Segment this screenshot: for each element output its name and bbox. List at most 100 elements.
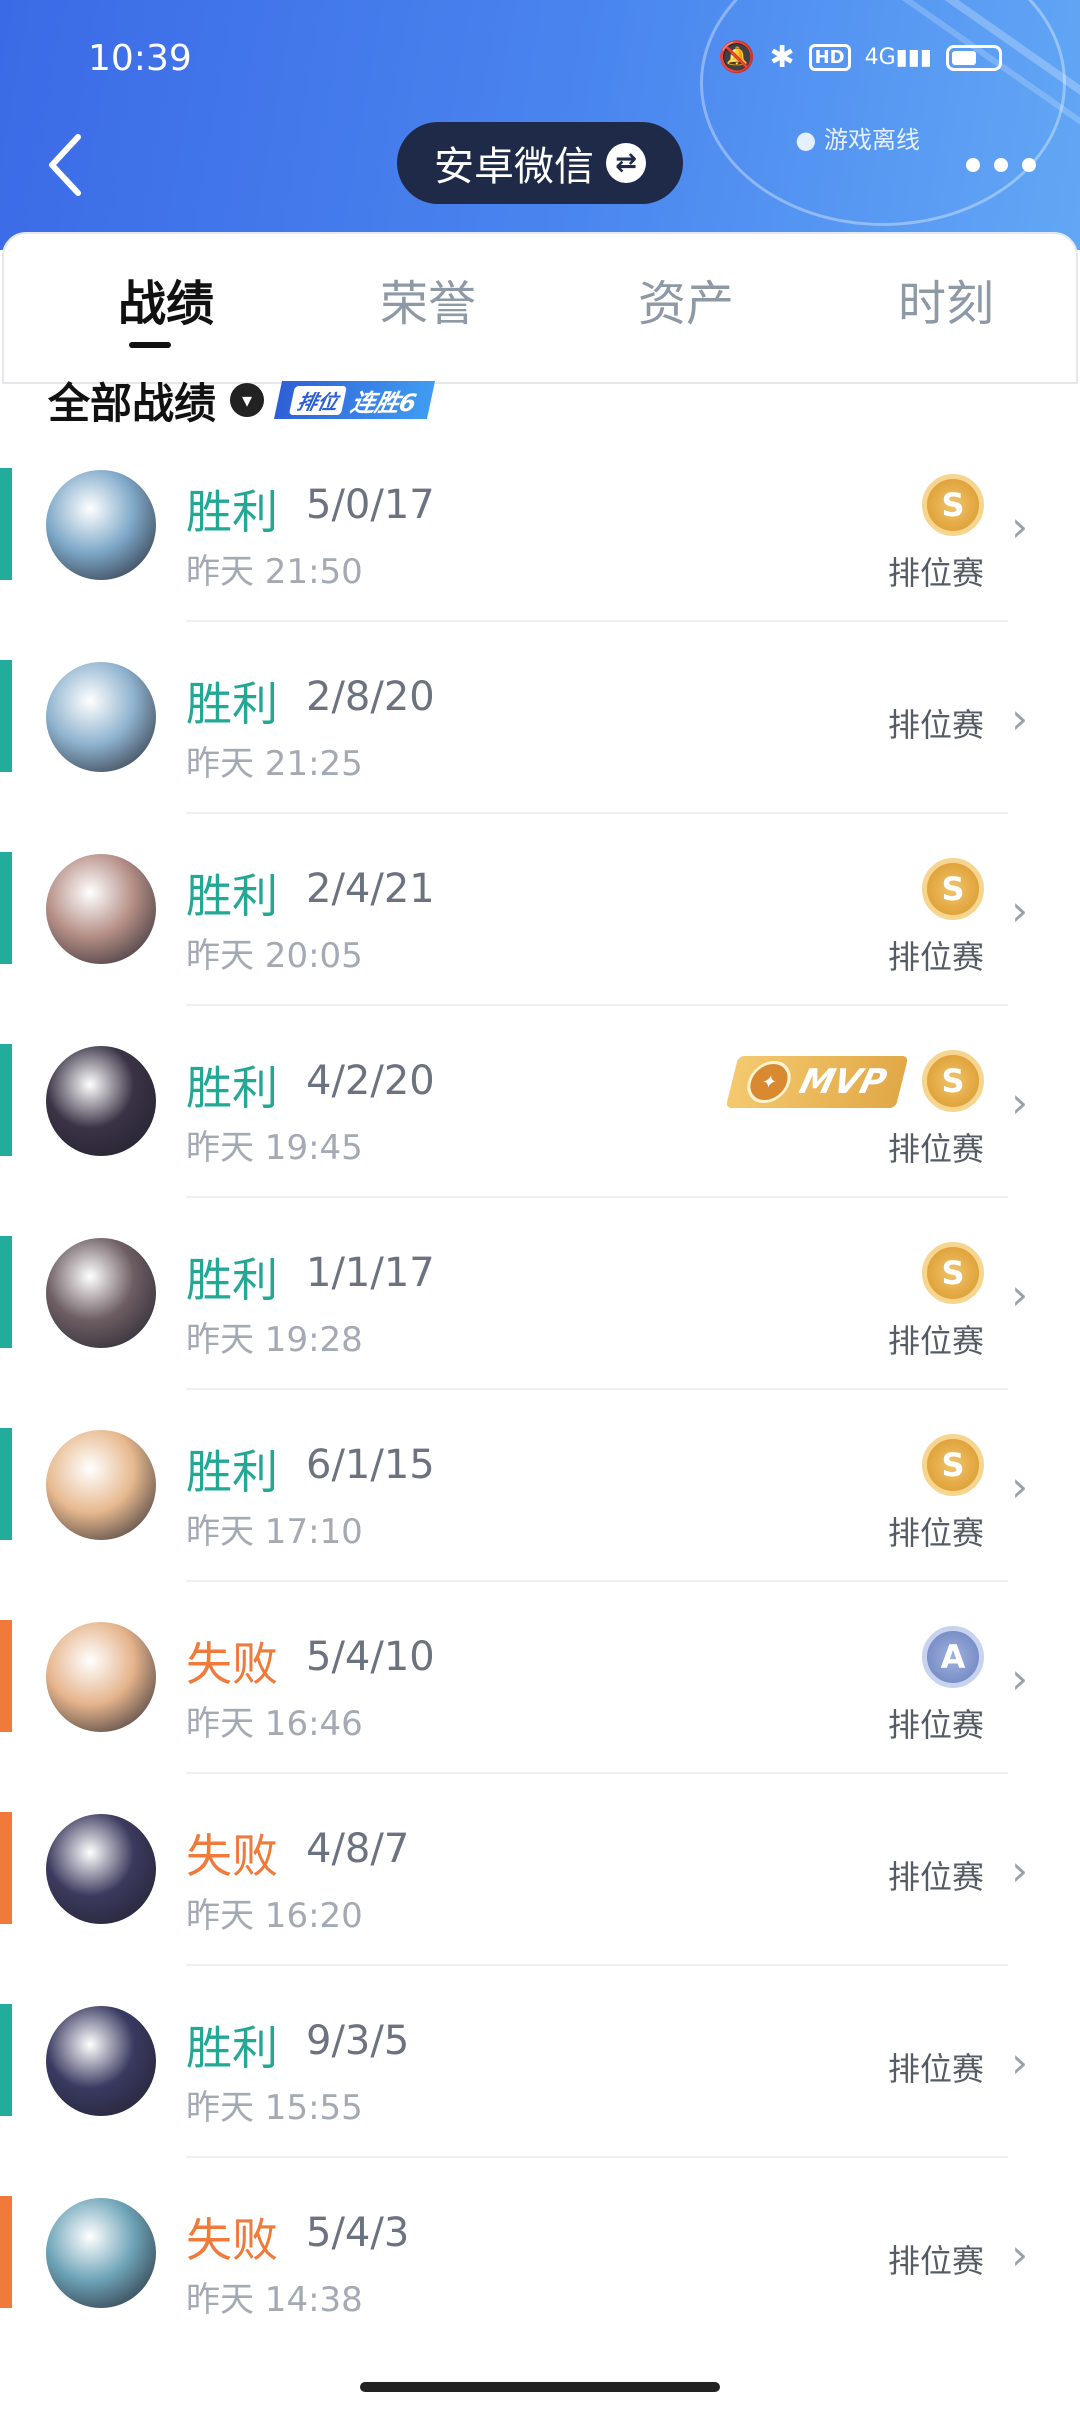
tab-assets[interactable]: 资产 <box>638 264 734 334</box>
match-kda: 1/1/17 <box>306 1250 435 1296</box>
match-result: 胜利 <box>186 485 278 539</box>
more-dot <box>1022 158 1036 172</box>
match-kda: 6/1/15 <box>306 1442 435 1488</box>
win-streak-badge: 排位 连胜6 <box>273 381 435 419</box>
tab-moments[interactable]: 时刻 <box>898 264 994 334</box>
account-switch-button[interactable]: 安卓微信 ⇄ <box>397 122 683 204</box>
account-label: 安卓微信 <box>434 144 594 190</box>
result-indicator-bar <box>0 2196 12 2308</box>
match-row[interactable]: 失败 4/8/7 昨天 16:20 排位赛 › <box>0 1774 1080 1966</box>
chevron-right-icon: › <box>1011 1846 1028 1895</box>
match-time: 昨天 19:45 <box>186 1128 363 1168</box>
result-indicator-bar <box>0 468 12 580</box>
match-result: 失败 <box>186 1829 278 1883</box>
rating-medal-icon: S <box>922 1242 984 1304</box>
chevron-right-icon: › <box>1011 694 1028 743</box>
mvp-label: MVP <box>795 1062 891 1102</box>
chevron-right-icon: › <box>1011 502 1028 551</box>
chevron-left-icon <box>49 134 81 196</box>
result-indicator-bar <box>0 1620 12 1732</box>
match-row[interactable]: 失败 5/4/3 昨天 14:38 排位赛 › <box>0 2158 1080 2350</box>
result-indicator-bar <box>0 2004 12 2116</box>
hero-avatar <box>46 1430 156 1540</box>
rating-medal-icon: S <box>922 1434 984 1496</box>
match-time: 昨天 21:50 <box>186 552 363 592</box>
bell-muted-icon: 🔕 <box>718 40 756 75</box>
back-button[interactable] <box>40 125 100 205</box>
chevron-right-icon: › <box>1011 2230 1028 2279</box>
home-indicator <box>360 2382 720 2392</box>
rating-medal-icon: A <box>922 1626 984 1688</box>
more-dot <box>966 158 980 172</box>
match-kda: 5/0/17 <box>306 482 435 528</box>
bluetooth-icon: ✱ <box>769 40 795 75</box>
result-indicator-bar <box>0 1044 12 1156</box>
hero-avatar <box>46 2198 156 2308</box>
match-result: 胜利 <box>186 2021 278 2075</box>
match-row[interactable]: 胜利 6/1/15 昨天 17:10 S 排位赛 › <box>0 1390 1080 1582</box>
signal-icon: 4G▮▮▮ <box>864 45 932 70</box>
network-type: 4G <box>864 45 896 70</box>
mvp-badge: ✦ MVP <box>725 1056 909 1108</box>
rating-medal-icon: S <box>922 858 984 920</box>
match-mode: 排位赛 <box>887 1706 984 1744</box>
result-indicator-bar <box>0 852 12 964</box>
match-time: 昨天 17:10 <box>186 1512 363 1552</box>
filter-label: 全部战绩 <box>48 378 217 428</box>
match-mode: 排位赛 <box>887 554 984 592</box>
result-indicator-bar <box>0 660 12 772</box>
hero-avatar <box>46 470 156 580</box>
match-mode: 排位赛 <box>887 938 984 976</box>
match-mode: 排位赛 <box>887 2242 984 2280</box>
match-time: 昨天 16:46 <box>186 1704 363 1744</box>
more-dot <box>994 158 1008 172</box>
more-button[interactable] <box>966 158 1036 172</box>
active-tab-indicator <box>129 342 171 348</box>
chevron-right-icon: › <box>1011 1078 1028 1127</box>
match-result: 胜利 <box>186 1445 278 1499</box>
status-icons: 🔕 ✱ HD 4G▮▮▮ <box>718 40 1002 75</box>
records-filter[interactable]: 全部战绩 ▾ 排位 连胜6 <box>48 375 435 428</box>
match-time: 昨天 16:20 <box>186 1896 363 1936</box>
match-mode: 排位赛 <box>887 706 984 744</box>
match-row[interactable]: 胜利 2/4/21 昨天 20:05 S 排位赛 › <box>0 814 1080 1006</box>
chevron-right-icon: › <box>1011 886 1028 935</box>
match-row[interactable]: 胜利 4/2/20 昨天 19:45 S ✦ MVP 排位赛 › <box>0 1006 1080 1198</box>
streak-text: 连胜6 <box>348 388 420 417</box>
result-indicator-bar <box>0 1236 12 1348</box>
match-result: 胜利 <box>186 869 278 923</box>
match-result: 失败 <box>186 2213 278 2267</box>
rating-medal-icon: S <box>922 1050 984 1112</box>
match-row[interactable]: 胜利 2/8/20 昨天 21:25 排位赛 › <box>0 622 1080 814</box>
tab-honors[interactable]: 荣誉 <box>380 264 476 334</box>
match-time: 昨天 15:55 <box>186 2088 363 2128</box>
status-time: 10:39 <box>88 38 192 79</box>
match-row[interactable]: 失败 5/4/10 昨天 16:46 A 排位赛 › <box>0 1582 1080 1774</box>
offline-label: 游戏离线 <box>824 126 920 154</box>
match-mode: 排位赛 <box>887 2050 984 2088</box>
hero-avatar <box>46 1622 156 1732</box>
chevron-down-icon: ▾ <box>230 383 265 417</box>
match-mode: 排位赛 <box>887 1322 984 1360</box>
match-mode: 排位赛 <box>887 1858 984 1896</box>
match-result: 胜利 <box>186 677 278 731</box>
result-indicator-bar <box>0 1812 12 1924</box>
tab-records[interactable]: 战绩 <box>118 264 214 334</box>
hero-avatar <box>46 662 156 772</box>
match-row[interactable]: 胜利 9/3/5 昨天 15:55 排位赛 › <box>0 1966 1080 2158</box>
match-kda: 2/8/20 <box>306 674 435 720</box>
game-status: ● 游戏离线 <box>795 126 920 154</box>
match-row[interactable]: 胜利 1/1/17 昨天 19:28 S 排位赛 › <box>0 1198 1080 1390</box>
match-kda: 4/2/20 <box>306 1058 435 1104</box>
hero-avatar <box>46 854 156 964</box>
swap-icon: ⇄ <box>606 143 646 183</box>
chevron-right-icon: › <box>1011 1462 1028 1511</box>
tab-bar: 战绩 荣誉 资产 时刻 <box>2 232 1078 384</box>
match-kda: 4/8/7 <box>306 1826 410 1872</box>
match-time: 昨天 21:25 <box>186 744 363 784</box>
match-mode: 排位赛 <box>887 1130 984 1168</box>
match-time: 昨天 20:05 <box>186 936 363 976</box>
match-row[interactable]: 胜利 5/0/17 昨天 21:50 S 排位赛 › <box>0 430 1080 622</box>
match-mode: 排位赛 <box>887 1514 984 1552</box>
hero-avatar <box>46 1814 156 1924</box>
